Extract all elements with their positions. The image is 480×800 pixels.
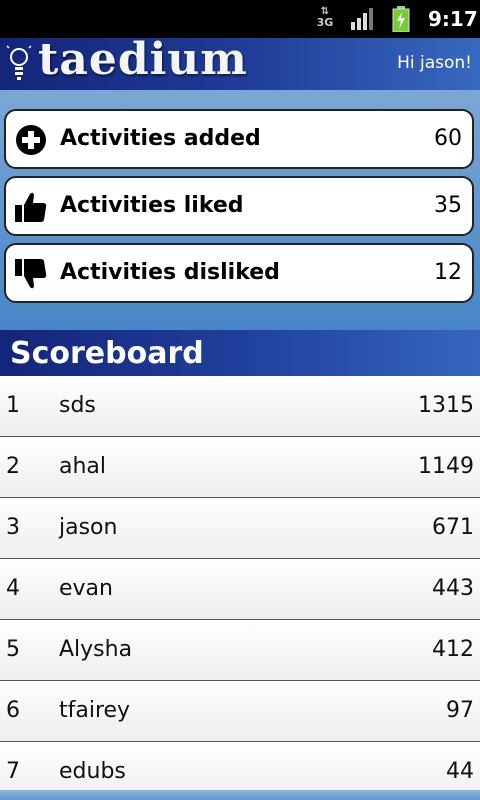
- row-score: 1315: [418, 393, 474, 418]
- row-rank: 6: [6, 698, 20, 723]
- scoreboard-header: Scoreboard: [0, 330, 480, 376]
- stat-count: 35: [434, 193, 462, 218]
- table-row[interactable]: 6 tfairey 97: [0, 681, 480, 742]
- row-score: 97: [446, 698, 474, 723]
- row-score: 1149: [418, 454, 474, 479]
- row-name: Alysha: [59, 637, 133, 662]
- table-row[interactable]: 4 evan 443: [0, 559, 480, 620]
- plus-circle-icon: [16, 125, 46, 155]
- row-rank: 3: [6, 515, 20, 540]
- row-name: tfairey: [59, 698, 131, 723]
- stat-card-added[interactable]: Activities added 60: [4, 109, 474, 169]
- row-rank: 5: [6, 637, 20, 662]
- app-logo: taedium: [38, 34, 248, 85]
- stat-label: Activities liked: [60, 193, 244, 218]
- stat-label: Activities disliked: [60, 260, 280, 285]
- row-name: jason: [59, 515, 118, 540]
- network-type: 3G: [316, 16, 334, 29]
- battery-charging-icon: [392, 6, 410, 32]
- row-rank: 4: [6, 576, 20, 601]
- row-score: 671: [432, 515, 474, 540]
- stat-count: 12: [434, 260, 462, 285]
- scoreboard-list[interactable]: 1 sds 1315 2 ahal 1149 3 jason 671 4 eva…: [0, 376, 480, 800]
- thumbs-up-icon: [15, 192, 47, 222]
- list-bottom-edge: [0, 790, 480, 800]
- app-header: taedium Hi jason!: [0, 34, 480, 90]
- row-name: ahal: [59, 454, 107, 479]
- thumbs-down-icon: [15, 259, 47, 289]
- table-row[interactable]: 1 sds 1315: [0, 376, 480, 437]
- table-row[interactable]: 5 Alysha 412: [0, 620, 480, 681]
- stat-count: 60: [434, 126, 462, 151]
- table-row[interactable]: 2 ahal 1149: [0, 437, 480, 498]
- row-rank: 1: [6, 393, 20, 418]
- row-score: 412: [432, 637, 474, 662]
- lightbulb-icon: [6, 45, 32, 80]
- row-rank: 2: [6, 454, 20, 479]
- clock: 9:17: [428, 7, 478, 31]
- table-row[interactable]: 3 jason 671: [0, 498, 480, 559]
- signal-icon: [351, 8, 373, 30]
- row-name: evan: [59, 576, 113, 601]
- data-arrows-icon: ⇅ 3G: [314, 6, 336, 32]
- row-score: 443: [432, 576, 474, 601]
- scoreboard-title: Scoreboard: [10, 336, 204, 371]
- status-bar: ⇅ 3G 9:17: [0, 0, 480, 38]
- row-name: sds: [59, 393, 96, 418]
- stat-card-liked[interactable]: Activities liked 35: [4, 176, 474, 236]
- user-greeting: Hi jason!: [397, 53, 472, 73]
- stat-card-disliked[interactable]: Activities disliked 12: [4, 243, 474, 303]
- stat-label: Activities added: [60, 126, 261, 151]
